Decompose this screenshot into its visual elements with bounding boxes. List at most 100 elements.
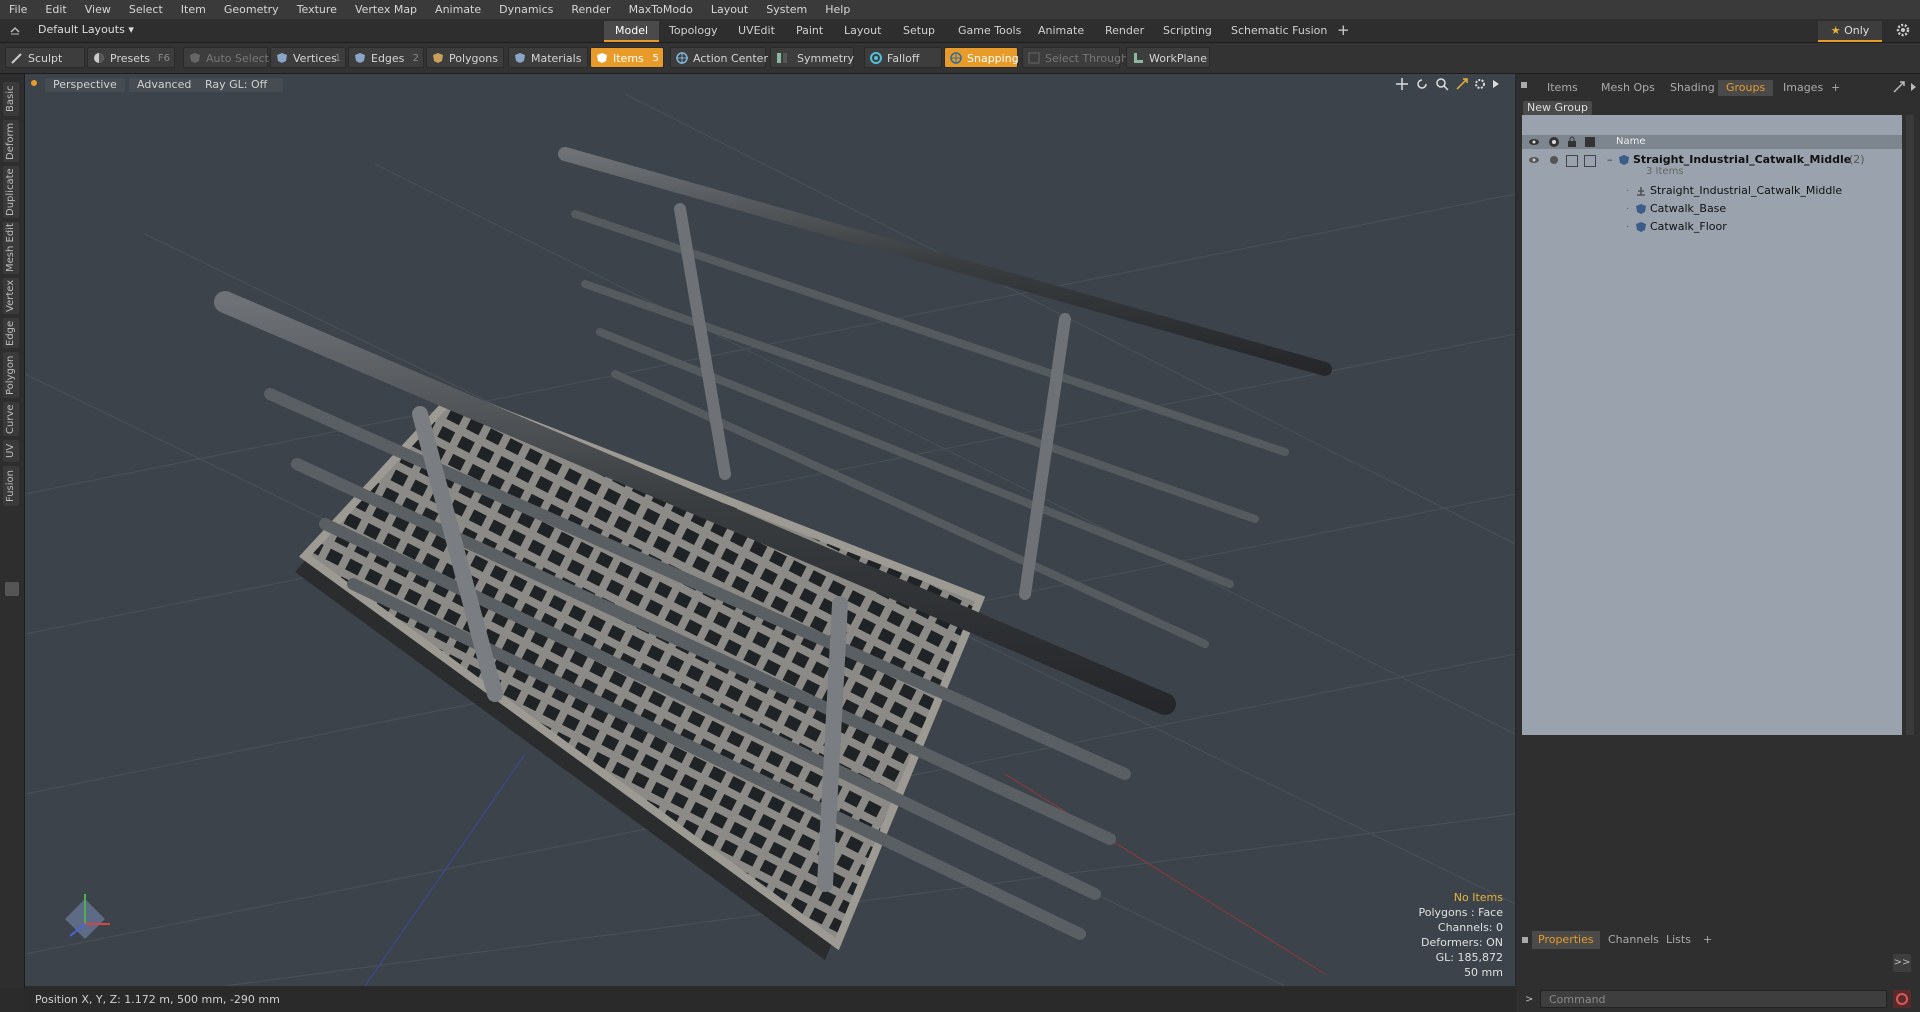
presets-button[interactable]: Presets F6 bbox=[87, 47, 175, 68]
raygl-toggle[interactable]: Ray GL: Off bbox=[197, 78, 283, 92]
menu-geometry[interactable]: Geometry bbox=[215, 0, 288, 19]
expand-properties-button[interactable]: >> bbox=[1893, 954, 1911, 972]
menu-maxtomodo[interactable]: MaxToModo bbox=[620, 0, 702, 19]
tab-fusion[interactable]: Fusion bbox=[3, 466, 19, 506]
sculpt-button[interactable]: Sculpt bbox=[5, 47, 85, 68]
auto-select-button[interactable]: Auto Select bbox=[183, 47, 269, 68]
lock-icon[interactable] bbox=[1566, 136, 1578, 151]
mesh-icon bbox=[1635, 221, 1647, 239]
command-input[interactable]: Command bbox=[1540, 990, 1887, 1008]
viewport-menu-dot[interactable] bbox=[31, 80, 37, 86]
menu-vertex-map[interactable]: Vertex Map bbox=[346, 0, 426, 19]
record-macro-icon[interactable] bbox=[1893, 990, 1911, 1008]
viewport-settings-icon[interactable] bbox=[1473, 77, 1487, 91]
materials-button[interactable]: Materials bbox=[508, 47, 588, 68]
3d-viewport[interactable]: Perspective Advanced Ray GL: Off No Item… bbox=[25, 74, 1515, 986]
tab-channels[interactable]: Channels bbox=[1602, 931, 1665, 949]
tab-schematic-fusion[interactable]: Schematic Fusion bbox=[1220, 21, 1338, 40]
tab-animate[interactable]: Animate bbox=[1027, 21, 1095, 40]
info-channels: Channels: 0 bbox=[1437, 921, 1503, 934]
rotate-view-icon[interactable] bbox=[1415, 77, 1429, 91]
properties-menu-dot[interactable] bbox=[1522, 937, 1528, 943]
tab-groups[interactable]: Groups bbox=[1718, 80, 1774, 96]
menu-view[interactable]: View bbox=[76, 0, 120, 19]
menu-texture[interactable]: Texture bbox=[288, 0, 346, 19]
panel-arrow-icon[interactable] bbox=[1910, 80, 1918, 94]
select-icon[interactable] bbox=[1584, 136, 1596, 151]
tab-curve[interactable]: Curve bbox=[3, 402, 19, 436]
edges-button[interactable]: Edges 2 bbox=[348, 47, 424, 68]
items-button[interactable]: Items 5 bbox=[590, 47, 664, 68]
vertices-button[interactable]: Vertices 1 bbox=[270, 47, 346, 68]
layout-dropdown[interactable]: Default Layouts ▾ bbox=[38, 23, 134, 36]
collapse-icon[interactable] bbox=[8, 23, 22, 37]
menu-animate[interactable]: Animate bbox=[426, 0, 490, 19]
tab-topology[interactable]: Topology bbox=[658, 21, 729, 40]
tab-model[interactable]: Model bbox=[604, 21, 660, 42]
action-center-button[interactable]: Action Center bbox=[670, 47, 768, 68]
new-group-button[interactable]: New Group bbox=[1523, 101, 1592, 115]
group-child-row[interactable]: · Straight_Industrial_Catwalk_Middle bbox=[1522, 182, 1902, 200]
gear-icon[interactable] bbox=[1895, 22, 1911, 38]
only-toggle[interactable]: ★ Only bbox=[1818, 21, 1882, 42]
menu-edit[interactable]: Edit bbox=[36, 0, 75, 19]
tab-items[interactable]: Items bbox=[1539, 80, 1586, 96]
add-panel-tab-button[interactable]: + bbox=[1823, 80, 1848, 96]
add-properties-tab-button[interactable]: + bbox=[1697, 931, 1718, 949]
shading-dropdown[interactable]: Advanced bbox=[129, 78, 205, 92]
maximize-view-icon[interactable] bbox=[1455, 77, 1469, 91]
zoom-view-icon[interactable] bbox=[1435, 77, 1449, 91]
groups-scrollbar[interactable] bbox=[1906, 115, 1914, 735]
tab-basic[interactable]: Basic bbox=[3, 82, 19, 116]
tab-shading[interactable]: Shading bbox=[1662, 80, 1723, 96]
group-child-row[interactable]: · Catwalk_Base bbox=[1522, 200, 1902, 218]
name-column-header[interactable]: Name bbox=[1616, 135, 1646, 149]
group-child-row[interactable]: · Catwalk_Floor bbox=[1522, 218, 1902, 236]
select-through-button[interactable]: Select Through bbox=[1022, 47, 1128, 68]
tab-lists[interactable]: Lists bbox=[1660, 931, 1697, 949]
polygons-button[interactable]: Polygons bbox=[426, 47, 504, 68]
tab-render[interactable]: Render bbox=[1094, 21, 1155, 40]
falloff-button[interactable]: Falloff bbox=[864, 47, 942, 68]
tab-paint[interactable]: Paint bbox=[785, 21, 834, 40]
child-bullet: · bbox=[1626, 202, 1630, 215]
tab-duplicate[interactable]: Duplicate bbox=[3, 166, 19, 218]
tab-deform[interactable]: Deform bbox=[3, 120, 19, 162]
tab-properties[interactable]: Properties bbox=[1532, 931, 1600, 949]
tab-edge[interactable]: Edge bbox=[3, 318, 19, 348]
tab-mesh-ops[interactable]: Mesh Ops bbox=[1593, 80, 1663, 96]
view-mode-dropdown[interactable]: Perspective bbox=[45, 78, 125, 92]
menu-file[interactable]: File bbox=[0, 0, 36, 19]
tab-uv[interactable]: UV bbox=[3, 440, 19, 462]
tab-scripting[interactable]: Scripting bbox=[1152, 21, 1223, 40]
symmetry-button[interactable]: Symmetry bbox=[770, 47, 854, 68]
viewport-expand-arrow-icon[interactable] bbox=[1491, 77, 1501, 91]
menu-dynamics[interactable]: Dynamics bbox=[490, 0, 562, 19]
items-icon bbox=[597, 53, 607, 63]
menu-layout[interactable]: Layout bbox=[702, 0, 757, 19]
tab-setup[interactable]: Setup bbox=[892, 21, 946, 40]
menu-render[interactable]: Render bbox=[562, 0, 619, 19]
render-icon[interactable] bbox=[1548, 136, 1560, 151]
tab-uvedit[interactable]: UVEdit bbox=[727, 21, 786, 40]
menu-select[interactable]: Select bbox=[120, 0, 172, 19]
move-view-icon[interactable] bbox=[1395, 77, 1409, 91]
tab-vertex[interactable]: Vertex bbox=[3, 278, 19, 314]
panel-expand-icon[interactable] bbox=[1892, 80, 1906, 94]
workplane-button[interactable]: WorkPlane bbox=[1126, 47, 1210, 68]
menu-system[interactable]: System bbox=[757, 0, 816, 19]
add-tab-button[interactable]: + bbox=[1326, 21, 1361, 40]
properties-tabs: Properties Channels Lists + bbox=[1522, 931, 1902, 951]
only-label: Only bbox=[1844, 24, 1870, 37]
visibility-eye-icon[interactable] bbox=[1528, 136, 1540, 151]
snapping-button[interactable]: Snapping bbox=[944, 47, 1019, 68]
menu-item[interactable]: Item bbox=[172, 0, 215, 19]
menu-help[interactable]: Help bbox=[816, 0, 859, 19]
polygons-icon bbox=[433, 53, 443, 63]
strip-toggle-button[interactable] bbox=[5, 582, 19, 596]
tab-layout[interactable]: Layout bbox=[833, 21, 892, 40]
panel-menu-dot[interactable] bbox=[1521, 82, 1527, 88]
tab-polygon[interactable]: Polygon bbox=[3, 352, 19, 398]
tab-game-tools[interactable]: Game Tools bbox=[947, 21, 1032, 40]
tab-mesh-edit[interactable]: Mesh Edit bbox=[3, 222, 19, 274]
